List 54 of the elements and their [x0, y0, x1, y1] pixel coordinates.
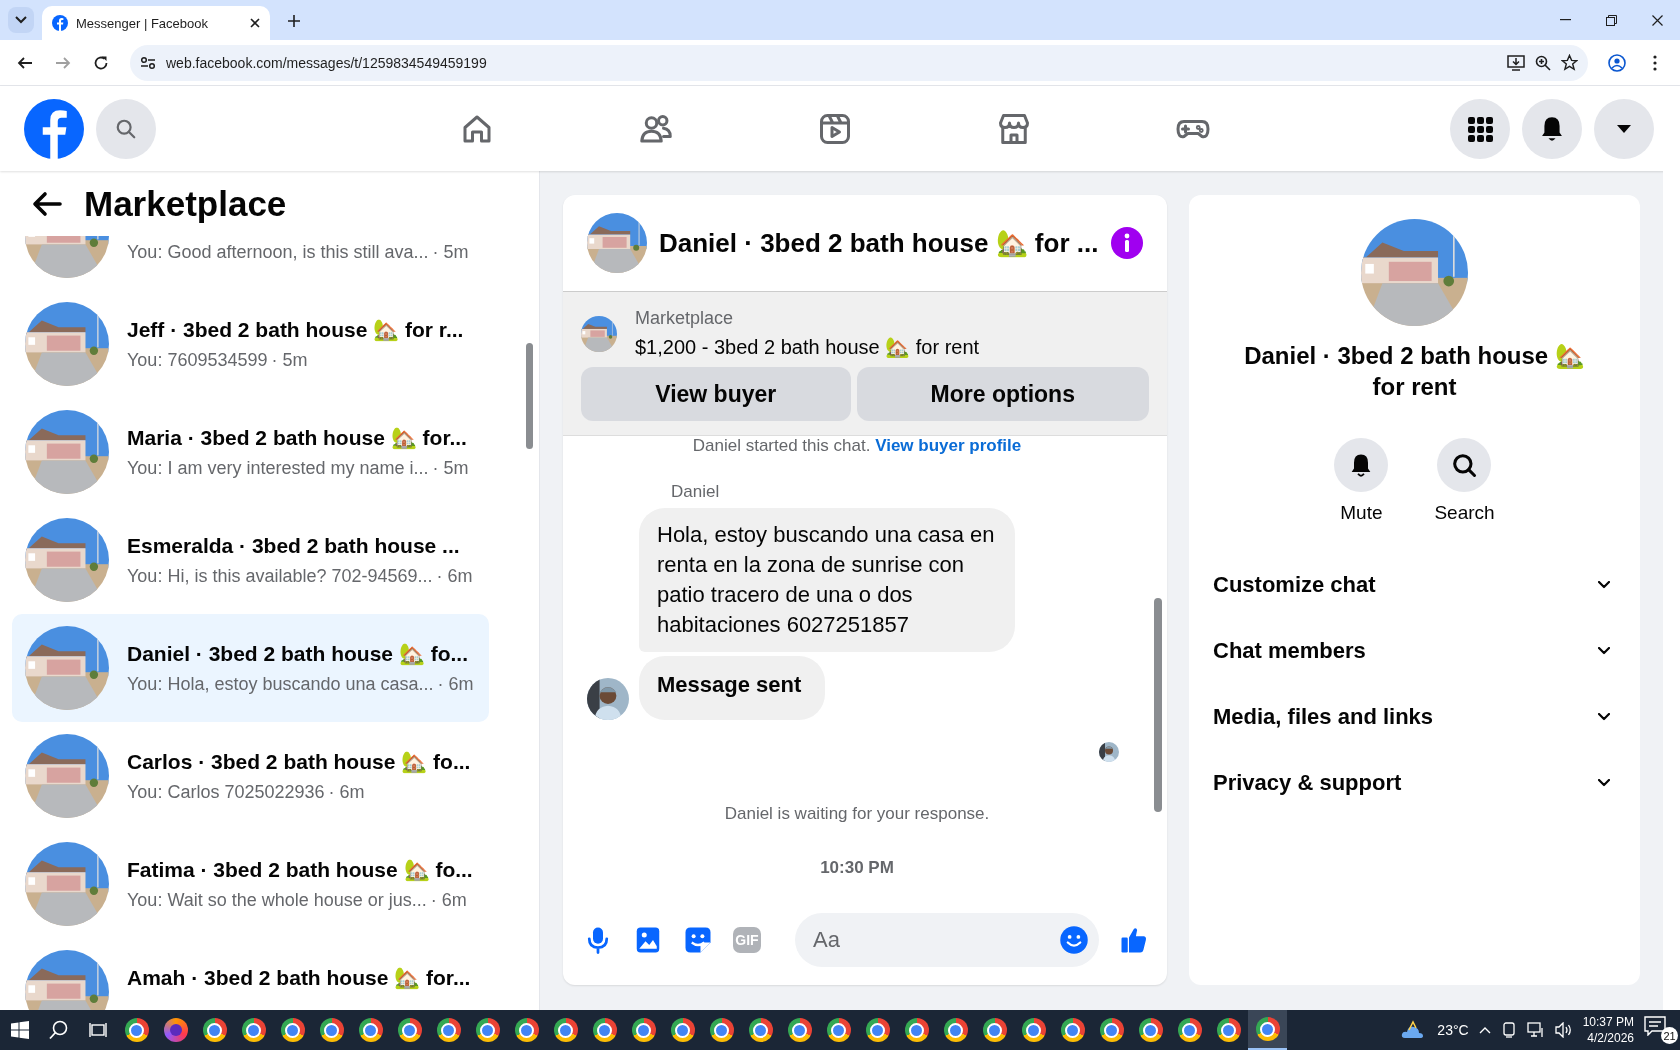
section-header[interactable]: Media, files and links: [1189, 684, 1640, 750]
section-header[interactable]: Chat members: [1189, 618, 1640, 684]
message-time: · 5m: [432, 457, 469, 479]
conversation-title: Jeff · 3bed 2 bath house 🏡 for r...: [127, 317, 464, 343]
message-time: · 6m: [436, 565, 473, 587]
message-preview: You: Wait so the whole house or jus...: [127, 889, 427, 911]
conversation-item[interactable]: Carlos · 3bed 2 bath house 🏡 fo... You: Carlos 7025022936 · 6m: [12, 722, 489, 830]
section-header[interactable]: Customize chat: [1189, 552, 1640, 618]
waiting-notice: Daniel is waiting for your response.: [723, 804, 991, 824]
message-input[interactable]: Aa: [795, 913, 1099, 967]
message-preview: You: Hi, is this available? 702-94569...: [127, 565, 433, 587]
message-time: · 6m: [437, 673, 474, 695]
conversation-title: Maria · 3bed 2 bath house 🏡 for...: [127, 425, 468, 451]
chat-title: Daniel · 3bed 2 bath house 🏡 for ...: [659, 227, 1099, 259]
conversation-item[interactable]: Esmeralda · 3bed 2 bath house ... You: Hi, is this available? 702-94569... · 6m: [12, 506, 489, 614]
conversation-title: Carlos · 3bed 2 bath house 🏡 fo...: [127, 749, 471, 775]
message-time: · 6m: [328, 781, 365, 803]
message-bubble: Message sent: [639, 656, 826, 720]
conversation-title: Fatima · 3bed 2 bath house 🏡 fo...: [127, 857, 473, 883]
sidebar-title: Marketplace: [84, 183, 287, 224]
message-time: · 6m: [430, 889, 467, 911]
listing-title: $1,200 - 3bed 2 bath house 🏡 for rent: [635, 335, 980, 359]
conversation-item[interactable]: You: Good afternoon, is this still ava... · 5m: [12, 236, 489, 290]
sender-name: Daniel: [671, 482, 721, 502]
listing-button[interactable]: More options: [856, 367, 1149, 421]
message-bubble: Hola, estoy buscando una casa en renta en la zona de sunrise con patio tracero de una o dos habitaciones 6027251857: [639, 508, 1015, 652]
conversation-item[interactable]: Maria · 3bed 2 bath house 🏡 for... You: I am very interested my name i... · 5m: [12, 398, 489, 506]
message-preview: You: Good afternoon, is this still ava...: [127, 241, 429, 263]
timestamp: 10:30 PM: [819, 858, 895, 878]
conversation-item[interactable]: Fatima · 3bed 2 bath house 🏡 fo... You: Wait so the whole house or jus... · 6m: [12, 830, 489, 938]
conversation-title: Amah · 3bed 2 bath house 🏡 for...: [127, 965, 471, 991]
message-preview: You: I am very interested my name i...: [127, 457, 429, 479]
listing-button[interactable]: View buyer: [581, 367, 851, 421]
conversation-item[interactable]: Daniel · 3bed 2 bath house 🏡 fo... You: Hola, estoy buscando una casa... · 6m: [12, 614, 489, 722]
conversation-item[interactable]: Jeff · 3bed 2 bath house 🏡 for r... You: 7609534599 · 5m: [12, 290, 489, 398]
section-header[interactable]: Privacy & support: [1189, 750, 1640, 816]
url-text: web.facebook.com/messages/t/1259834549459199: [166, 54, 488, 71]
message-time: · 5m: [432, 241, 469, 263]
message-time: · 5m: [271, 349, 308, 371]
chat-notice: Daniel started this chat. View buyer profile: [691, 436, 1023, 456]
tab-title: Messenger | Facebook: [76, 15, 209, 31]
listing-label: Marketplace: [635, 308, 735, 329]
contact-name: Daniel · 3bed 2 bath house 🏡 for rent: [1243, 341, 1586, 402]
address-bar[interactable]: web.facebook.com/messages/t/1259834549459199: [130, 44, 1588, 81]
clock-date: 4/2/2026: [1587, 1030, 1634, 1046]
conversation-title: Daniel · 3bed 2 bath house 🏡 fo...: [127, 641, 470, 667]
browser-tab[interactable]: Messenger | Facebook: [42, 6, 270, 40]
message-preview: You: 7609534599: [127, 349, 268, 371]
message-preview: You: Hola, estoy buscando una casa...: [127, 673, 434, 695]
temperature: 23°C: [1437, 1022, 1469, 1038]
conversation-title: Esmeralda · 3bed 2 bath house ...: [127, 533, 461, 559]
clock-time: 10:37 PM: [1582, 1014, 1634, 1030]
message-preview: You: Carlos 7025022936: [127, 781, 325, 803]
buyer-profile-link[interactable]: View buyer profile: [875, 436, 1022, 455]
